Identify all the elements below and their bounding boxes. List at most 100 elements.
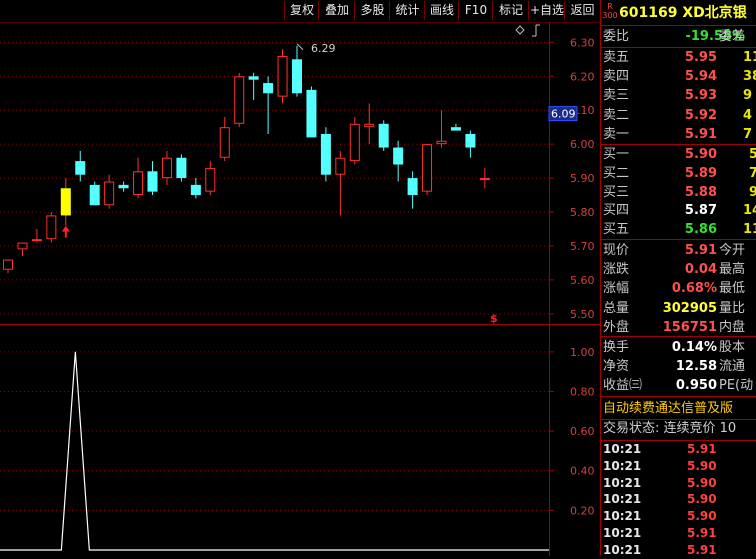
- candle: [407, 171, 418, 209]
- buy-level-label: 买一: [603, 147, 630, 162]
- buy-level-row[interactable]: 买三 5.88 9: [601, 183, 756, 202]
- diamond-icon[interactable]: [515, 25, 525, 35]
- toolbar-button-8[interactable]: 返回: [564, 1, 600, 20]
- fund-value: 0.14%: [671, 340, 717, 355]
- sell-level-price: 5.93: [684, 88, 717, 104]
- sell-level-row[interactable]: 卖五 5.95 11: [601, 48, 756, 67]
- stat-label: 外盘: [603, 319, 630, 335]
- high-marker-icon: [296, 43, 304, 51]
- buy-level-label: 买三: [603, 184, 630, 200]
- toolbar-button-2[interactable]: 多股: [354, 1, 390, 20]
- toolbar-button-1[interactable]: 叠加: [318, 1, 355, 20]
- candle: [46, 212, 57, 243]
- candle: [277, 49, 288, 104]
- high-price-label: 6.29: [311, 42, 336, 55]
- toolbar-button-3[interactable]: 统计: [389, 1, 425, 20]
- sell-level-row[interactable]: 卖一 5.91 7: [601, 125, 756, 144]
- toolbar-button-7[interactable]: +自选: [528, 1, 565, 20]
- weibi-row: 委比 -19.58% 委差: [601, 27, 756, 46]
- toolbar-button-0[interactable]: 复权: [284, 1, 319, 20]
- tick-price: 5.91: [687, 526, 717, 540]
- tick-time: 10:21: [603, 526, 642, 540]
- tick-time: 10:21: [603, 509, 642, 524]
- buy-level-row[interactable]: 买四 5.87 14: [601, 201, 756, 220]
- buy-level-label: 买五: [603, 222, 630, 238]
- stat-label: 涨跌: [603, 262, 630, 278]
- stat-value: 302905: [662, 300, 717, 316]
- trade-status: 交易状态: 连续竞价 10: [603, 421, 737, 436]
- tick-time: 10:21: [603, 492, 642, 507]
- stat-label: 涨幅: [603, 281, 630, 297]
- candle: [133, 157, 144, 199]
- price-tick-label: 5.70: [570, 240, 595, 253]
- candle: [378, 120, 389, 151]
- tick-price: 5.90: [687, 458, 717, 473]
- weibi-label: 委比: [603, 29, 630, 44]
- candle: [436, 110, 447, 148]
- fund-label-2: PE(动: [719, 378, 754, 394]
- expand-icon[interactable]: [532, 24, 540, 37]
- buy-level-row[interactable]: 买一 5.90 5: [601, 145, 756, 164]
- sell-level-volume: 7: [743, 126, 753, 142]
- tick-row: 10:21 5.91: [601, 441, 756, 458]
- notice-text[interactable]: 自动续费通达信普及版: [601, 398, 756, 419]
- toolbar-button-6[interactable]: 标记: [492, 1, 529, 20]
- buy-level-price: 5.90: [684, 147, 717, 162]
- sell-level-label: 卖五: [603, 50, 630, 65]
- toolbar-button-5[interactable]: F10: [458, 1, 493, 20]
- price-tick-label: 5.60: [570, 274, 595, 287]
- candle: [349, 117, 360, 165]
- candle: [161, 150, 172, 185]
- buy-level-volume: 14: [743, 203, 756, 219]
- buy-level-price: 5.88: [684, 184, 717, 200]
- price-tick-label: 5.50: [570, 308, 595, 321]
- indicator-line: [0, 351, 549, 551]
- candle: [335, 150, 346, 216]
- sell-level-row[interactable]: 卖二 5.92 4: [601, 106, 756, 125]
- sell-level-row[interactable]: 卖三 5.93 9: [601, 86, 756, 105]
- market-badge: R 300: [602, 2, 618, 20]
- candle: [176, 154, 187, 182]
- sell-level-row[interactable]: 卖四 5.94 38: [601, 67, 756, 86]
- tick-time: 10:21: [603, 442, 642, 456]
- stat-label: 总量: [603, 300, 630, 316]
- chart-toolbar: 复权 叠加 多股 统计 画线 F10 标记 +自选 返回: [0, 0, 600, 22]
- toolbar-button-4[interactable]: 画线: [424, 1, 459, 20]
- candle: [234, 72, 245, 128]
- sell-level-volume: 9: [743, 88, 753, 104]
- candle: [104, 174, 115, 209]
- stat-row: 涨跌 0.04 最高: [601, 260, 756, 279]
- quote-panel: R 300 601169 XD北京银 委比 -19.58% 委差 卖五 5.95 1…: [600, 0, 756, 559]
- stat-value: 156751: [662, 319, 717, 335]
- sell-level-label: 卖一: [603, 126, 630, 142]
- stock-code-name[interactable]: 601169 XD北京银: [619, 2, 747, 24]
- tick-row: 10:21 5.91: [601, 542, 756, 559]
- price-tick-label: 6.30: [570, 36, 595, 49]
- sell-level-price: 5.94: [684, 69, 717, 85]
- candle: [219, 117, 230, 162]
- buy-level-label: 买四: [603, 203, 630, 219]
- buy-level-volume: 5: [749, 147, 756, 162]
- tick-time: 10:21: [603, 542, 642, 557]
- buy-level-price: 5.89: [684, 165, 717, 181]
- candle: [450, 123, 461, 131]
- stat-value: 0.04: [684, 262, 717, 278]
- candle: [320, 127, 331, 182]
- candle: [248, 72, 259, 101]
- weicha-label: 委差: [719, 29, 746, 44]
- current-price-label: 6.09: [551, 108, 576, 121]
- sell-level-volume: 11: [743, 50, 756, 65]
- candle: [89, 181, 100, 206]
- sell-level-price: 5.95: [684, 50, 717, 65]
- stat-label-2: 最低: [719, 281, 746, 297]
- candle: [17, 242, 28, 257]
- stat-value: 5.91: [684, 243, 717, 258]
- tick-price: 5.90: [687, 492, 717, 507]
- fund-label-2: 股本: [719, 340, 746, 355]
- buy-level-row[interactable]: 买二 5.89 7: [601, 164, 756, 183]
- candle: [292, 45, 302, 97]
- buy-level-row[interactable]: 买五 5.86 11: [601, 220, 756, 239]
- stat-label-2: 今开: [719, 243, 746, 258]
- sell-level-price: 5.92: [684, 107, 717, 123]
- price-tick-label: 6.20: [570, 70, 595, 83]
